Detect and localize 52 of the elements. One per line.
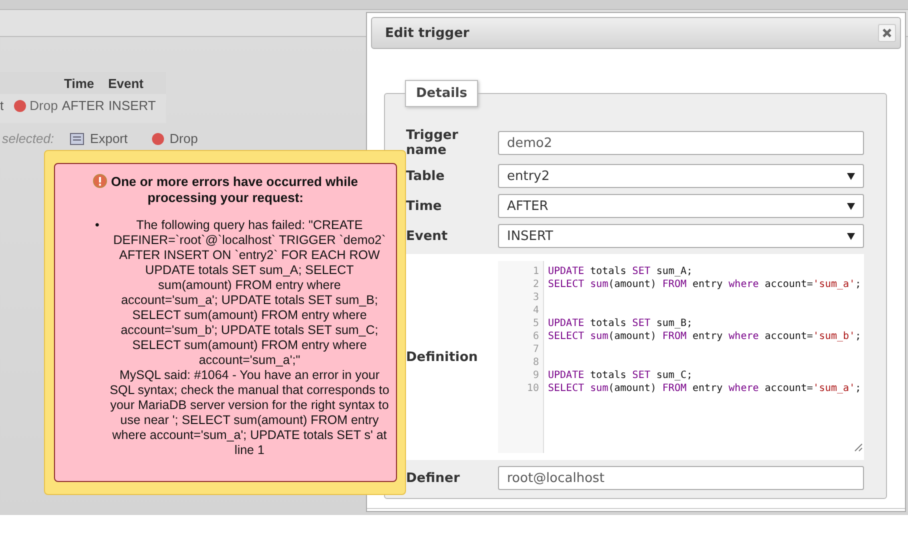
- line-number: 1: [532, 265, 539, 278]
- line-number: 2: [532, 278, 539, 291]
- code-line: UPDATE totals SET sum_C;: [548, 370, 693, 381]
- drop-icon: [14, 100, 26, 112]
- export-icon: [70, 132, 84, 144]
- line-number: 3: [532, 291, 539, 304]
- line-number: 9: [532, 369, 539, 382]
- dropdown[interactable]: INSERT: [498, 224, 864, 248]
- line-number: 10: [526, 382, 539, 395]
- code-line: UPDATE totals SET sum_B;: [548, 318, 693, 329]
- error-message: The following query has failed: "CREATE DEFINER=`root`@`localhost` TRIGGER `demo2` AFTER INSERT ON `entry2` FOR EACH ROW UPDATE totals SET sum_A; SELECT sum(amount) FROM entry where account='sum_a'; UPDATE totals SET sum_B; SELECT sum(amount) FROM entry where account='sum_b'; UPDATE totals SET sum_C; SELECT sum(amount) FROM entry where account='sum_a';": [112, 218, 387, 368]
- error-message: MySQL said: #1064 - You have an error in your SQL syntax; check the manual that corresponds to your MariaDB server version for the right syntax to use near '; SELECT sum(amount) FROM entry where account='sum_a'; UPDATE totals SET s' at line 1: [109, 368, 390, 458]
- dropdown[interactable]: AFTER: [498, 194, 864, 218]
- dropdown[interactable]: entry2: [498, 164, 864, 188]
- drop-link[interactable]: Drop: [170, 131, 198, 146]
- with-selected-label: selected:: [2, 131, 56, 146]
- field-label: Trigger name: [406, 128, 460, 158]
- error-heading: One or more errors have occurred while processing your request:: [110, 174, 358, 205]
- code-line: UPDATE totals SET sum_A;: [548, 266, 693, 277]
- drop-icon: [152, 132, 164, 144]
- dropdown-arrow-icon: [847, 172, 855, 180]
- bullet: •: [95, 218, 100, 233]
- line-number: 8: [532, 356, 539, 369]
- field-label: Definer: [406, 470, 461, 486]
- details-legend: Details: [405, 80, 478, 107]
- table-cell: AFTER: [62, 98, 104, 113]
- field-label: Event: [406, 228, 449, 244]
- code-line: SELECT sum(amount) FROM entry where account='sum_b';: [548, 331, 862, 342]
- dropdown-arrow-icon: [847, 202, 855, 210]
- dropdown-arrow-icon: [847, 232, 855, 240]
- table-cell: INSERT: [108, 98, 156, 113]
- line-number: 7: [532, 343, 539, 356]
- line-number: 4: [532, 304, 539, 317]
- field-label: Table: [406, 168, 446, 184]
- code-line: SELECT sum(amount) FROM entry where account='sum_a';: [548, 383, 862, 394]
- field-label: Definition: [406, 350, 479, 364]
- error-icon: [92, 174, 107, 188]
- close-button[interactable]: [878, 24, 896, 42]
- export-link[interactable]: Export: [90, 131, 128, 146]
- code-line: SELECT sum(amount) FROM entry where account='sum_a';: [548, 279, 862, 290]
- text-field[interactable]: demo2: [498, 131, 864, 155]
- line-number: 5: [532, 317, 539, 330]
- edit-link[interactable]: t: [0, 98, 4, 113]
- dialog-title: Edit trigger: [385, 26, 470, 40]
- line-number: 6: [532, 330, 539, 343]
- drop-link[interactable]: Drop: [30, 98, 58, 113]
- column-header: Event: [108, 76, 144, 91]
- column-header: Time: [64, 76, 94, 91]
- resize-grip-icon[interactable]: [854, 443, 863, 452]
- close-icon: [882, 28, 892, 38]
- field-label: Time: [406, 198, 443, 214]
- text-field[interactable]: root@localhost: [498, 466, 864, 490]
